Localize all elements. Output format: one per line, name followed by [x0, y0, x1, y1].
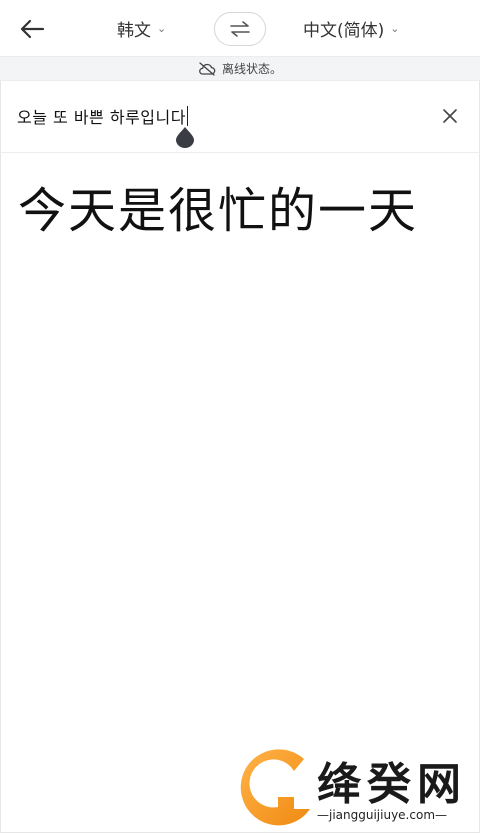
translation-result[interactable]: 今天是很忙的一天	[18, 180, 418, 242]
text-cursor	[186, 106, 188, 126]
swap-languages-button[interactable]	[214, 12, 266, 46]
target-language-label: 中文(简体)	[303, 21, 385, 41]
back-arrow-icon	[20, 19, 45, 39]
source-language-selector[interactable]: 韩文 ⌄	[117, 16, 166, 41]
watermark-brand: 绛癸网	[317, 759, 467, 810]
source-text-input-area[interactable]: 오늘 또 바쁜 하루입니다	[0, 80, 480, 153]
swap-icon	[230, 21, 250, 37]
offline-status-bar: 离线状态。	[0, 56, 480, 81]
clear-input-button[interactable]	[438, 104, 462, 128]
back-button[interactable]	[14, 12, 50, 46]
watermark-url: —jiangguijiuye.com—	[317, 808, 448, 822]
source-language-label: 韩文	[117, 21, 151, 41]
chevron-down-icon: ⌄	[390, 22, 400, 35]
close-icon	[443, 109, 457, 123]
chevron-down-icon: ⌄	[157, 22, 167, 35]
top-bar: 韩文 ⌄ 中文(简体) ⌄	[0, 0, 480, 56]
offline-cloud-icon	[199, 61, 216, 76]
source-text-value: 오늘 또 바쁜 하루입니다	[17, 108, 186, 127]
source-text-input[interactable]: 오늘 또 바쁜 하루입니다	[17, 104, 188, 128]
offline-status-text: 离线状态。	[221, 62, 282, 76]
text-cursor-handle[interactable]	[175, 126, 195, 148]
target-language-selector[interactable]: 中文(简体) ⌄	[303, 16, 399, 41]
